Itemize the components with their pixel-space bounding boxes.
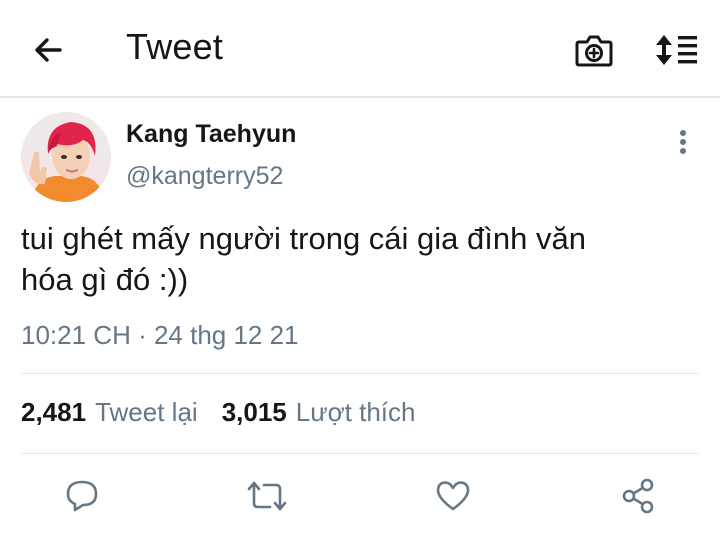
- author-name[interactable]: Kang Taehyun: [126, 120, 296, 149]
- retweet-label[interactable]: Tweet lại: [95, 397, 198, 428]
- avatar[interactable]: [21, 112, 111, 202]
- back-button[interactable]: [28, 30, 68, 70]
- share-button[interactable]: [616, 474, 660, 518]
- sort-button[interactable]: [652, 28, 700, 72]
- tweet-text: tui ghét mấy người trong cái gia đình vă…: [21, 218, 701, 300]
- retweet-button[interactable]: [245, 474, 289, 518]
- divider: [21, 453, 699, 454]
- arrow-left-icon: [35, 38, 62, 62]
- share-icon: [622, 478, 654, 514]
- reply-button[interactable]: [60, 474, 104, 518]
- divider: [21, 373, 699, 374]
- author-handle[interactable]: @kangterry52: [126, 162, 283, 191]
- sort-lines-icon: [656, 35, 697, 65]
- tweet-text-line: hóa gì đó :)): [21, 262, 189, 297]
- heart-icon: [436, 481, 470, 511]
- more-options-button[interactable]: [668, 124, 698, 160]
- vertical-dots-icon: [680, 130, 686, 154]
- like-button[interactable]: [431, 474, 475, 518]
- like-label[interactable]: Lượt thích: [296, 397, 416, 428]
- like-count[interactable]: 3,015: [222, 397, 287, 428]
- camera-plus-icon: [575, 35, 613, 67]
- tweet-text-line: tui ghét mấy người trong cái gia đình vă…: [21, 221, 586, 256]
- reply-icon: [66, 480, 98, 512]
- page-title: Tweet: [126, 26, 224, 67]
- retweet-count[interactable]: 2,481: [21, 397, 86, 428]
- tweet-stats: 2,481 Tweet lại 3,015 Lượt thích: [21, 397, 416, 428]
- top-app-bar: Tweet: [0, 0, 720, 98]
- tweet-timestamp: 10:21 CH · 24 thg 12 21: [21, 320, 299, 350]
- camera-button[interactable]: [572, 28, 616, 72]
- retweet-icon: [247, 481, 287, 511]
